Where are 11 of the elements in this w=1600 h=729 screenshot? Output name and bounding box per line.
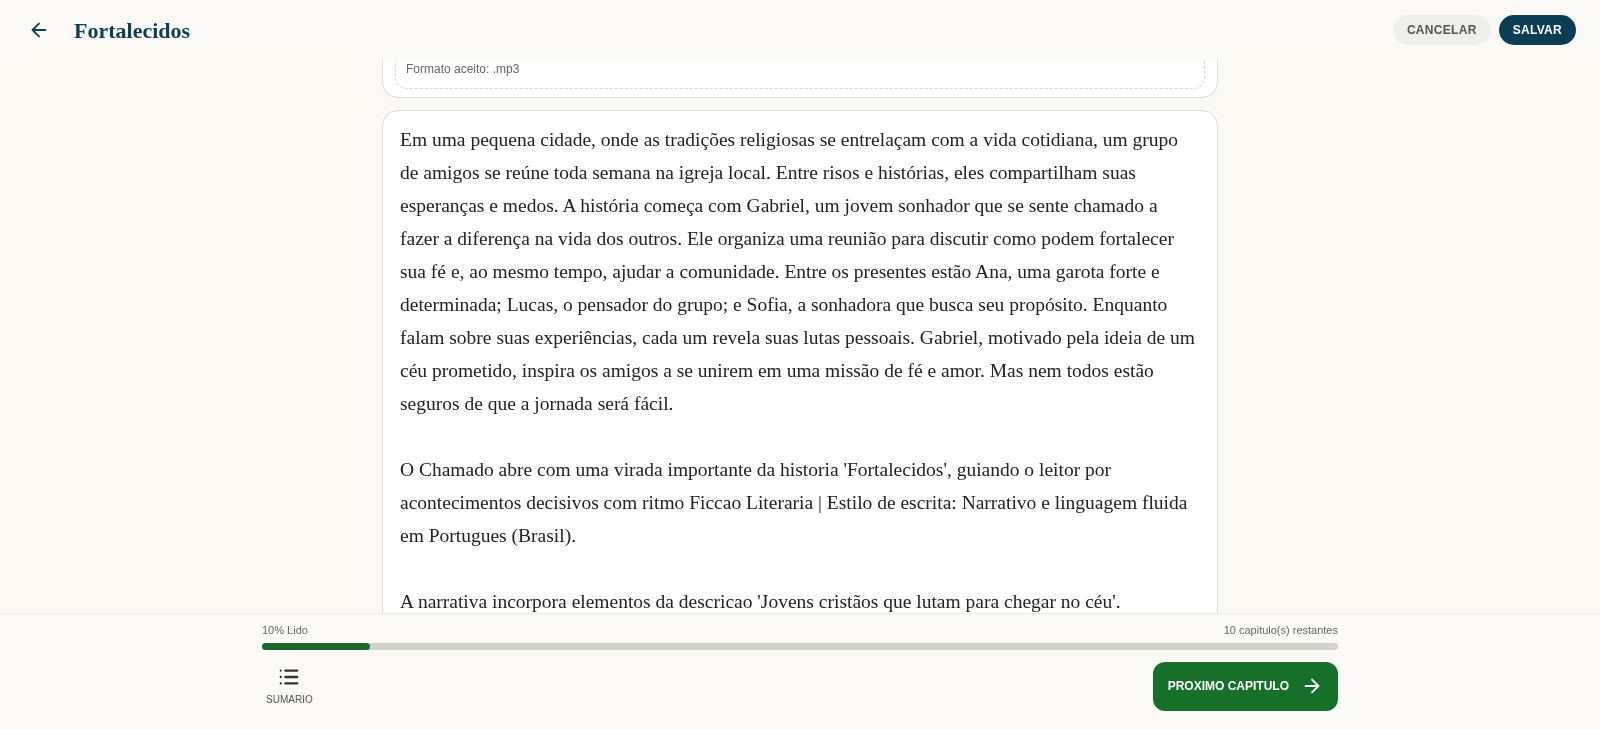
chapter-paragraph: A narrativa incorpora elementos da descricao 'Jovens cristãos que lutam para chegar no céu'. xyxy=(400,590,1122,614)
chapter-paragraph: Em uma pequena cidade, onde as tradições religiosas se entrelaçam com a vida cotidiana, um grupo de amigos se reúne toda semana na igreja local. Entre risos e histórias, eles compartilham suas esperanças e medos. A história começa com Gabriel, um jovem sonhador que se sente chamado a fazer a diferença na vida dos outros. Ele organiza uma reunião para discutir como podem fortalecer sua fé e, ao mesmo tempo, ajudar a comunidade. Entre os presentes estão Ana, uma garota forte e determinada; Lucas, o pensador do grupo; e Sofia, a sonhadora que busca seu propósito. Enquanto falam sobre suas experiências, cada um revela suas lutas pessoais. Gabriel, motivado pela ideia de um céu prometido, inspira os amigos a se unirem em uma missão de fé e amor. Mas nem todos estão seguros de que a jornada será fácil. xyxy=(400,128,1196,416)
chapters-remaining: 10 capitulo(s) restantes xyxy=(1223,623,1338,638)
book-title: Fortalecidos xyxy=(74,16,191,45)
format-hint: Formato aceito: .mp3 xyxy=(406,62,520,76)
cancel-button[interactable]: CANCELAR xyxy=(1392,15,1491,45)
next-chapter-button[interactable]: PROXIMO CAPITULO xyxy=(1152,661,1338,711)
progress-label: 10% Lido xyxy=(262,623,308,638)
chapter-paragraph: O Chamado abre com uma virada importante da historia 'Fortalecidos', guiando o leitor por acontecimentos decisivos com ritmo Ficcao Literaria | Estilo de escrita: Narrativo e linguagem fluida em Portugues (Brasil). xyxy=(400,458,1189,548)
summary-button[interactable]: SUMARIO xyxy=(266,665,313,707)
save-button[interactable]: SALVAR xyxy=(1498,15,1576,45)
